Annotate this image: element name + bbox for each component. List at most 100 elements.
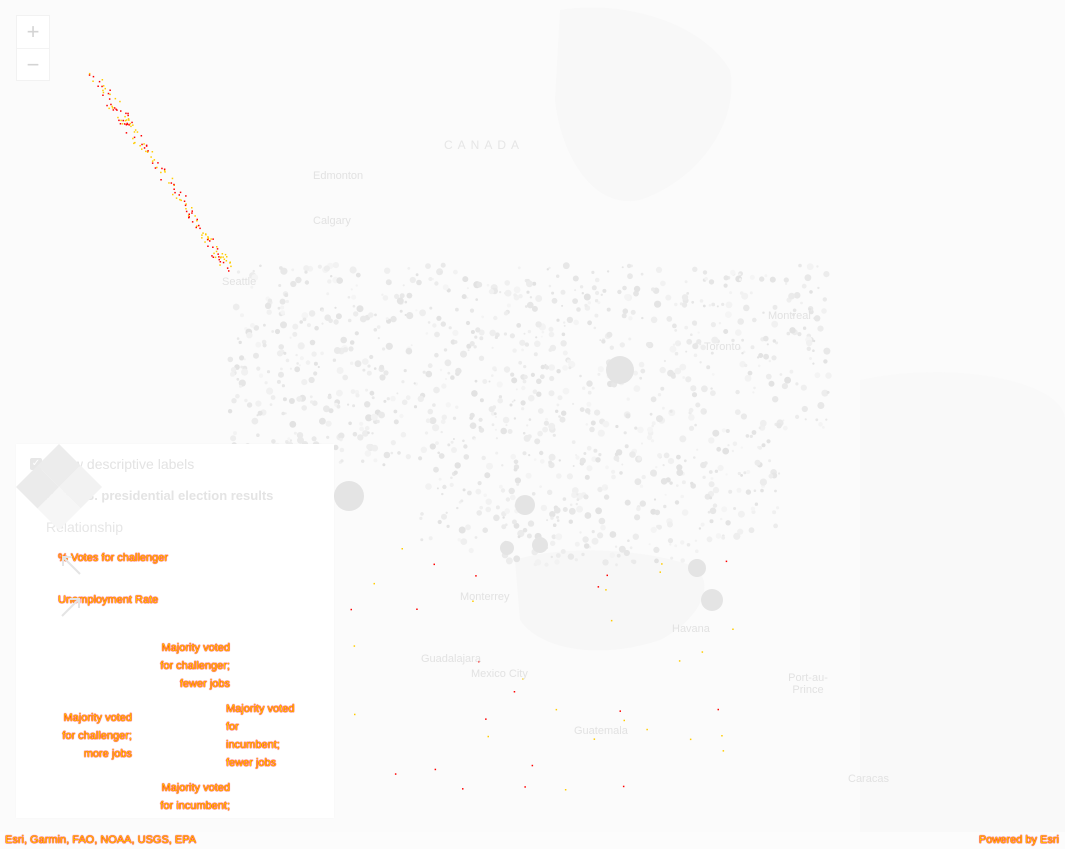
zoom-out-button[interactable]: − — [17, 48, 49, 81]
county-dot — [336, 389, 343, 397]
county-dot — [680, 540, 685, 545]
county-dot — [546, 519, 549, 522]
atlantic-ocean-water — [860, 372, 1065, 849]
county-dot — [244, 398, 248, 403]
county-dot — [710, 390, 716, 396]
county-dot — [500, 427, 508, 435]
county-dot — [438, 453, 445, 459]
place-label-havana: Havana — [672, 623, 710, 635]
county-dot — [313, 371, 318, 376]
county-dot — [572, 465, 575, 467]
coastline-artifact — [133, 136, 136, 139]
coastline-artifact — [171, 177, 174, 180]
county-dot — [579, 457, 586, 464]
coastline-artifact — [118, 119, 120, 122]
powered-by-esri-link[interactable]: Powered by Esri — [979, 834, 1059, 846]
county-dot — [488, 288, 495, 295]
county-dot — [624, 499, 631, 506]
coastline-artifact — [151, 162, 154, 164]
coastline-artifact — [199, 227, 201, 230]
coastline-artifact — [185, 203, 187, 205]
county-dot — [560, 289, 566, 295]
county-dot — [382, 295, 389, 301]
county-dot — [663, 452, 670, 459]
county-dot — [691, 300, 695, 304]
county-dot — [379, 364, 385, 370]
county-dot — [706, 365, 711, 370]
county-dot — [548, 390, 555, 397]
corner-right-line: for — [226, 721, 239, 733]
map-view[interactable]: + − CANADA Edmonton Calgary Seattle Mont… — [0, 0, 1065, 849]
corner-left-line: for challenger; — [62, 730, 132, 742]
county-dot — [556, 274, 560, 278]
county-dot — [355, 284, 358, 287]
county-dot — [436, 315, 442, 321]
county-dot — [758, 426, 761, 430]
county-dot — [444, 359, 452, 367]
county-dot — [826, 390, 830, 394]
county-dot — [633, 285, 641, 293]
county-dot — [640, 442, 644, 445]
county-dot — [583, 452, 587, 455]
coastline-artifact — [183, 200, 186, 202]
county-dot — [507, 429, 513, 434]
county-dot — [611, 474, 616, 480]
coastline-artifact — [225, 260, 228, 262]
county-dot — [735, 389, 740, 395]
county-dot — [349, 266, 357, 274]
county-dot — [290, 280, 297, 288]
county-dot — [483, 493, 488, 498]
zoom-in-button[interactable]: + — [17, 16, 49, 48]
county-dot — [757, 364, 761, 368]
coastline-artifact — [151, 160, 154, 162]
county-dot — [279, 298, 286, 305]
coastline-artifact — [201, 234, 203, 236]
county-dot — [560, 340, 567, 347]
coastline-artifact — [717, 708, 719, 711]
county-dot — [712, 503, 718, 508]
place-label-calgary: Calgary — [313, 215, 351, 227]
county-dot — [801, 283, 807, 289]
county-dot — [634, 478, 642, 486]
county-dot — [269, 403, 273, 406]
coastline-artifact — [218, 258, 220, 261]
county-dot — [461, 294, 467, 300]
county-dot — [586, 401, 592, 407]
attribution-sources[interactable]: Esri, Garmin, FAO, NOAA, USGS, EPA — [5, 834, 196, 846]
county-dot — [750, 345, 755, 350]
county-dot — [672, 343, 676, 346]
county-dot — [758, 353, 764, 358]
county-dot — [740, 413, 748, 420]
county-dot — [420, 538, 424, 542]
county-dot — [332, 358, 337, 362]
coastline-artifact — [172, 193, 174, 196]
county-dot — [236, 377, 240, 381]
county-dot — [711, 302, 716, 307]
county-dot — [494, 428, 497, 431]
county-dot — [282, 397, 287, 402]
county-dot — [573, 319, 579, 326]
coastline-artifact — [161, 167, 163, 170]
county-dot — [809, 290, 813, 294]
county-dot — [517, 266, 521, 270]
county-dot — [576, 307, 581, 312]
coastline-artifact — [204, 241, 206, 243]
county-dot — [281, 411, 286, 416]
county-dot — [546, 268, 549, 271]
county-dot — [512, 348, 517, 353]
county-dot — [818, 422, 823, 427]
coastline-artifact — [224, 253, 227, 256]
county-dot — [232, 303, 240, 311]
county-dot — [822, 426, 825, 429]
county-dot — [489, 329, 497, 337]
county-dot — [655, 266, 663, 273]
county-dot — [622, 308, 629, 315]
county-dot — [444, 377, 448, 381]
county-dot — [526, 533, 532, 539]
county-dot — [396, 392, 399, 395]
county-dot — [352, 431, 358, 437]
county-dot — [547, 489, 553, 495]
county-dot — [342, 347, 349, 353]
county-dot — [584, 474, 590, 480]
county-dot — [437, 519, 442, 525]
